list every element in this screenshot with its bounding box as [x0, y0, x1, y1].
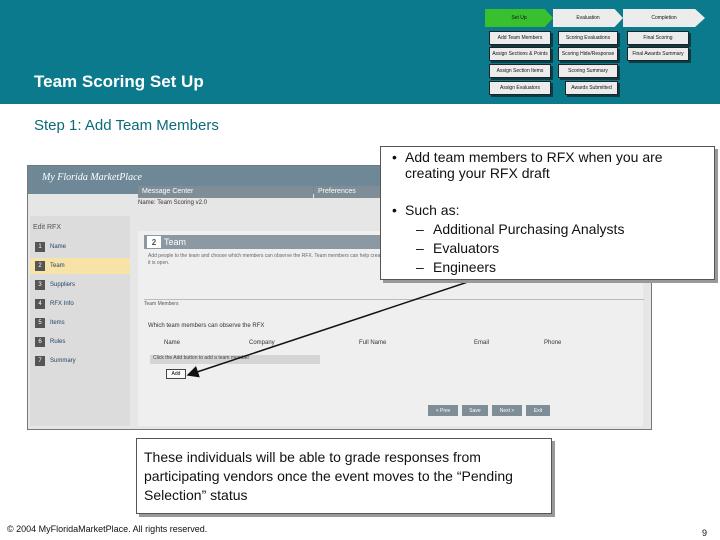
- callout-instructions: • Add team members to RFX when you are c…: [380, 146, 715, 280]
- copyright-footer: © 2004 MyFloridaMarketPlace. All rights …: [7, 524, 208, 534]
- callout-bullet-such-as: Such as:: [405, 202, 460, 218]
- dash: –: [416, 221, 424, 237]
- page-number: 9: [702, 528, 708, 538]
- bullet-dot: •: [392, 202, 397, 218]
- dash: –: [416, 240, 424, 256]
- bullet-dot: •: [392, 149, 397, 165]
- callout-grading-note: These individuals will be able to grade …: [136, 438, 552, 514]
- grading-note-text: These individuals will be able to grade …: [144, 449, 513, 503]
- callout-sub-item: Evaluators: [433, 240, 500, 256]
- callout-bullet-add: Add team members to RFX when you are cre…: [405, 149, 663, 181]
- dash: –: [416, 259, 424, 275]
- callout-sub-item: Additional Purchasing Analysts: [433, 221, 625, 237]
- callout-sub-item: Engineers: [433, 259, 497, 275]
